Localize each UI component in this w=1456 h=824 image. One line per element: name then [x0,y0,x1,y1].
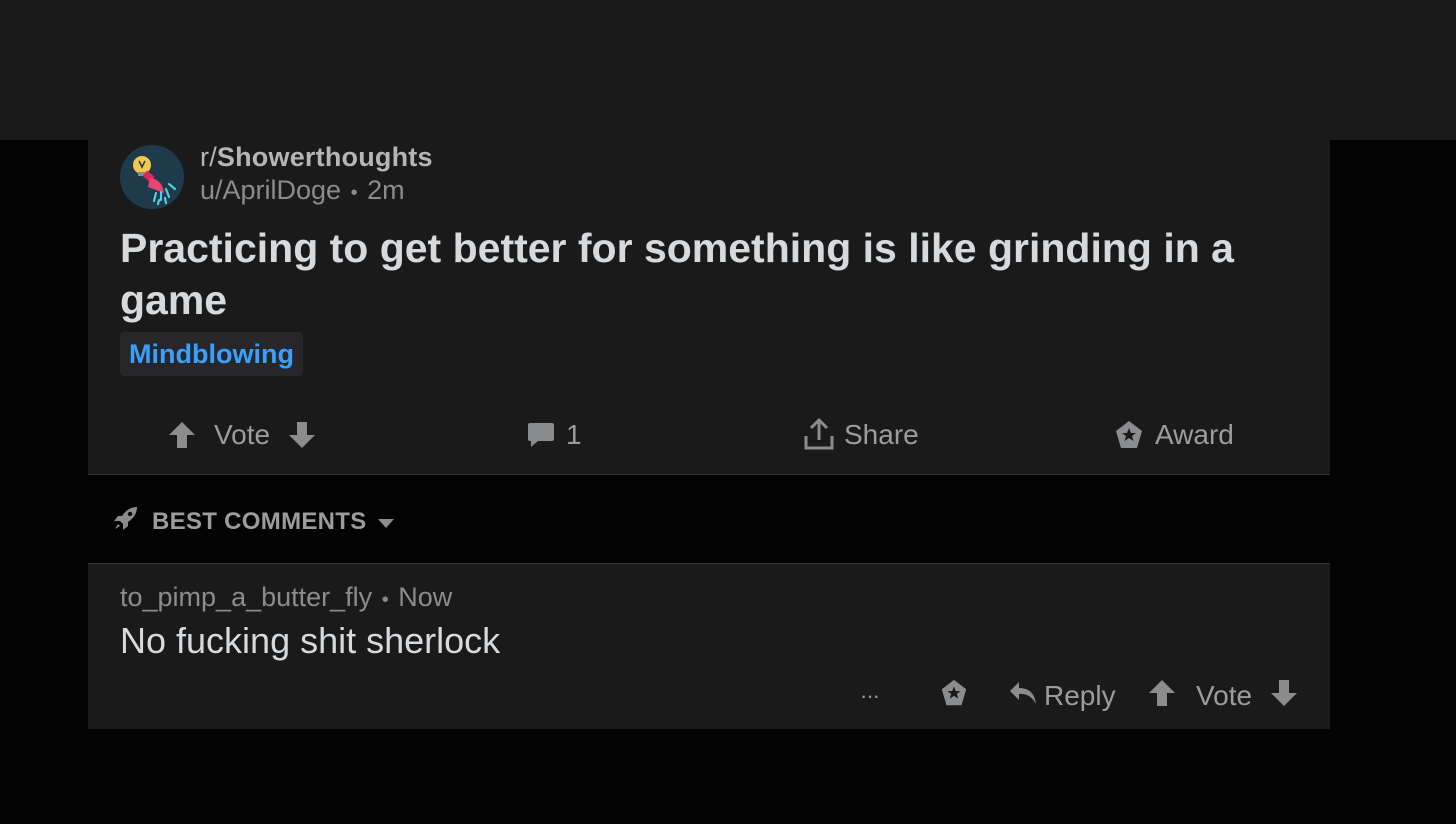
post-flair[interactable]: Mindblowing [120,332,303,376]
post-author[interactable]: u/AprilDoge [200,175,341,205]
subreddit-avatar[interactable] [120,145,184,209]
comment-vote-control: Vote [1148,676,1298,716]
comment-card: to_pimp_a_butter_fly • Now No fucking sh… [88,563,1330,729]
subreddit-name: Showerthoughts [216,142,433,172]
sort-dropdown[interactable]: BEST COMMENTS [112,504,395,539]
meta-separator: • [350,182,358,204]
more-icon: ··· [860,683,880,708]
award-icon [1113,419,1145,451]
post-action-bar: Vote 1 Share Award [88,410,1330,460]
reply-icon [1008,679,1038,714]
upvote-icon[interactable] [1148,678,1176,715]
top-banner [0,0,1456,140]
more-options-button[interactable]: ··· [860,676,880,716]
lightbulb-shower-icon [120,145,184,209]
vote-label: Vote [214,419,271,450]
upvote-icon[interactable] [168,420,196,450]
comment-count: 1 [566,419,582,450]
downvote-icon[interactable] [288,420,316,450]
comment-sort-bar: BEST COMMENTS [88,476,1330,562]
vote-label: Vote [1196,680,1253,711]
comment-author[interactable]: to_pimp_a_butter_fly [120,582,372,612]
share-button[interactable]: Share [802,410,919,460]
subreddit-link[interactable]: r/Showerthoughts [200,142,433,173]
comments-button[interactable]: 1 [526,410,582,460]
share-icon [802,418,836,452]
reply-button[interactable]: Reply [1008,676,1116,716]
comment-age: Now [398,582,453,612]
post-meta: u/AprilDoge • 2m [200,175,405,206]
comment-body: No fucking shit sherlock [120,620,501,661]
award-label: Award [1155,419,1234,450]
downvote-icon[interactable] [1270,678,1298,715]
comment-meta: to_pimp_a_butter_fly • Now [120,582,452,613]
vote-control: Vote [168,410,316,460]
meta-separator: • [381,589,389,611]
post-age: 2m [367,175,405,205]
award-button[interactable]: Award [1113,410,1234,460]
rocket-icon [112,504,140,539]
post-title[interactable]: Practicing to get better for something i… [120,222,1300,326]
reply-label: Reply [1044,680,1116,711]
post-card: r/Showerthoughts u/AprilDoge • 2m Practi… [88,140,1330,475]
sort-label: BEST COMMENTS [152,507,367,535]
chevron-down-icon [377,508,395,536]
comment-icon [526,420,556,450]
subreddit-prefix: r/ [200,142,217,172]
comment-award-button[interactable] [939,676,969,716]
share-label: Share [844,419,919,450]
award-icon [939,678,969,715]
